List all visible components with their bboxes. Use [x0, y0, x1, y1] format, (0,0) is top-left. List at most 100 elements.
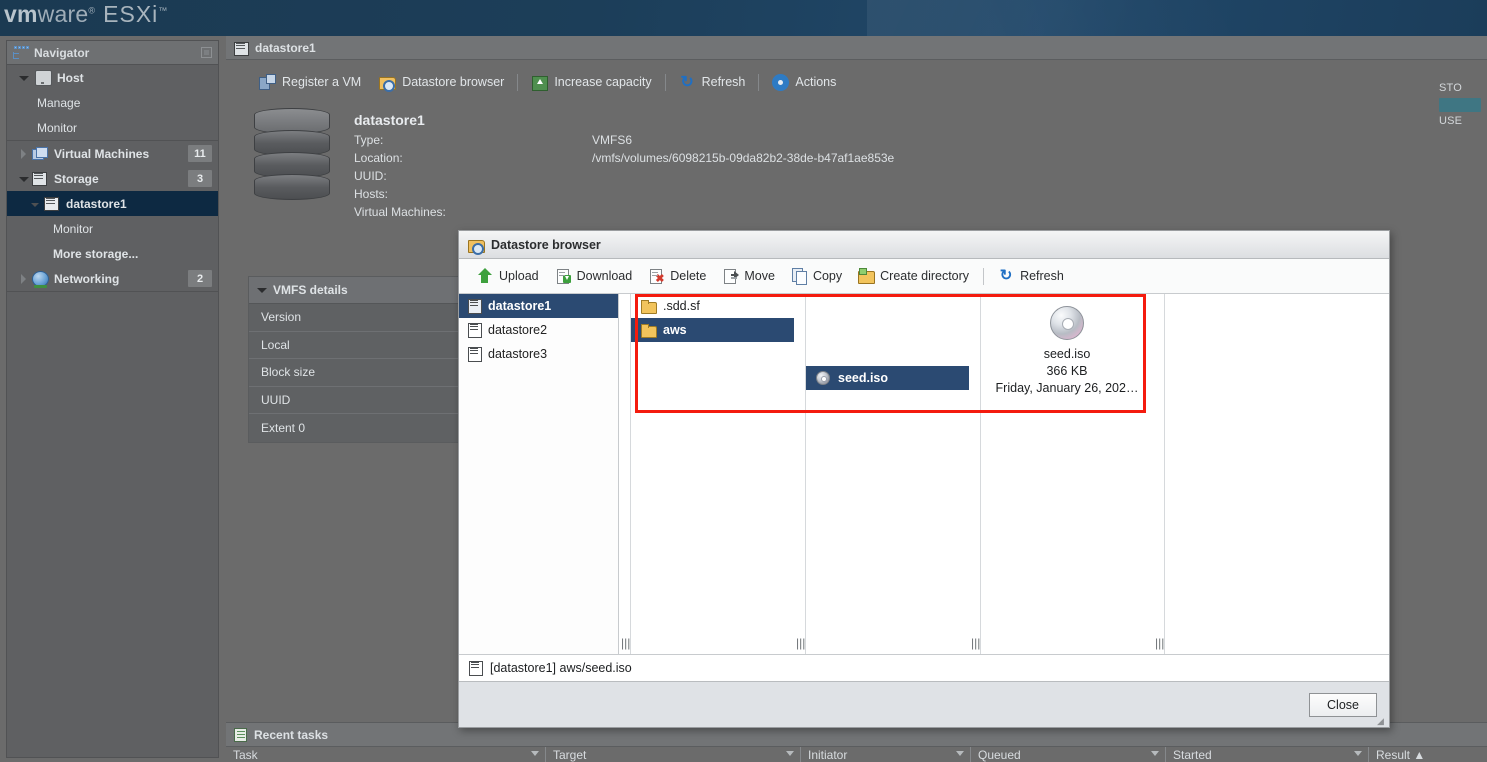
vm-count-badge: 11 — [188, 145, 212, 162]
splitter-grip-icon[interactable]: ||| — [796, 638, 805, 648]
sidebar-item-networking-label: Networking — [54, 272, 119, 286]
copy-label: Copy — [813, 269, 842, 283]
splitter-grip-icon[interactable]: ||| — [971, 638, 980, 648]
dialog-title-bar: Datastore browser — [459, 231, 1389, 259]
dialog-footer: Close ◢ — [459, 681, 1389, 727]
sidebar-item-monitor[interactable]: Monitor — [7, 115, 218, 140]
chevron-down-icon[interactable] — [1151, 751, 1159, 756]
app-stage: Navigator Host Manage Monitor — [0, 36, 1487, 762]
column-header-task[interactable]: Task — [226, 747, 546, 762]
datastore-browser-button[interactable]: Datastore browser — [370, 70, 513, 95]
sidebar-item-datastore-monitor-label: Monitor — [53, 222, 93, 236]
splitter-grip-icon[interactable]: ||| — [1155, 638, 1164, 648]
datastore-field-uuid: UUID: — [354, 169, 894, 187]
preview-file-name: seed.iso — [981, 346, 1153, 363]
chevron-down-icon[interactable] — [531, 751, 539, 756]
copy-button[interactable]: Copy — [783, 265, 850, 287]
navigator-tree-icon — [13, 45, 28, 60]
sidebar-item-datastore1[interactable]: datastore1 — [7, 191, 218, 216]
used-label: USE — [1439, 115, 1487, 127]
tree-item-datastore2[interactable]: datastore2 — [459, 318, 618, 342]
navigator-title: Navigator — [34, 46, 89, 60]
column-splitter[interactable]: ||| — [794, 294, 806, 654]
chevron-right-icon[interactable] — [17, 272, 30, 285]
dialog-body: datastore1 datastore2 datastore3 ||| — [459, 294, 1389, 654]
field-label: Virtual Machines: — [354, 205, 592, 223]
list-item-sdd-sf[interactable]: .sdd.sf — [631, 294, 794, 318]
datastore-tree-column: datastore1 datastore2 datastore3 — [459, 294, 619, 654]
increase-capacity-button[interactable]: Increase capacity — [522, 70, 660, 95]
page-title: datastore1 — [255, 41, 316, 55]
list-item-label: aws — [663, 323, 687, 337]
field-label: Location: — [354, 151, 592, 169]
column-header-target[interactable]: Target — [546, 747, 801, 762]
column-header-result[interactable]: Result ▲ — [1369, 747, 1487, 762]
vmfs-row-label: Local — [261, 338, 290, 352]
recent-tasks-panel: Recent tasks Task Target Initiator Queue… — [226, 722, 1487, 762]
sidebar-item-storage[interactable]: Storage 3 — [7, 166, 218, 191]
list-item-seed-iso[interactable]: seed.iso — [806, 366, 969, 390]
delete-label: Delete — [670, 269, 706, 283]
close-button[interactable]: Close — [1309, 693, 1377, 717]
download-button[interactable]: Download — [547, 265, 641, 287]
delete-button[interactable]: ✖ Delete — [640, 265, 714, 287]
sidebar-item-networking[interactable]: Networking 2 — [7, 266, 218, 291]
chevron-down-icon[interactable] — [17, 172, 30, 185]
register-vm-button[interactable]: Register a VM — [250, 70, 370, 95]
datastore-icon — [468, 347, 481, 361]
chevron-down-icon[interactable] — [1354, 751, 1362, 756]
column-header-queued[interactable]: Queued — [971, 747, 1166, 762]
datastore-icon — [44, 196, 61, 212]
datastore-icon — [468, 323, 481, 337]
toolbar-divider — [758, 74, 759, 91]
chevron-down-icon[interactable] — [17, 71, 30, 84]
chevron-down-icon[interactable] — [786, 751, 794, 756]
datastore-browser-dialog: Datastore browser Upload Download ✖ Dele… — [458, 230, 1390, 728]
action-toolbar: Register a VM Datastore browser Increase… — [226, 60, 1487, 104]
tasks-icon — [234, 728, 247, 742]
column-splitter[interactable]: ||| — [969, 294, 981, 654]
splitter-grip-icon[interactable]: ||| — [621, 638, 630, 648]
sidebar-item-host[interactable]: Host — [7, 65, 218, 90]
resize-grip-icon[interactable]: ◢ — [1377, 716, 1387, 726]
list-item-aws[interactable]: aws — [631, 318, 794, 342]
folder-list-column: .sdd.sf aws — [631, 294, 794, 654]
dialog-refresh-label: Refresh — [1020, 269, 1064, 283]
sidebar-item-virtual-machines[interactable]: Virtual Machines 11 — [7, 141, 218, 166]
actions-button[interactable]: Actions — [763, 70, 845, 95]
column-header-started[interactable]: Started — [1166, 747, 1369, 762]
upload-button[interactable]: Upload — [469, 265, 547, 287]
refresh-button[interactable]: ↻ Refresh — [670, 70, 755, 95]
actions-label: Actions — [795, 75, 836, 89]
column-label: Queued — [978, 748, 1021, 762]
dialog-refresh-button[interactable]: ↻ Refresh — [990, 265, 1072, 287]
sidebar-item-datastore-monitor[interactable]: Monitor — [7, 216, 218, 241]
preview-file-date: Friday, January 26, 202… — [981, 380, 1153, 397]
chevron-down-icon[interactable] — [29, 197, 42, 210]
tree-item-datastore1[interactable]: datastore1 — [459, 294, 618, 318]
toolbar-divider — [983, 268, 984, 285]
tree-item-datastore3[interactable]: datastore3 — [459, 342, 618, 366]
column-label: Result ▲ — [1376, 748, 1425, 762]
chevron-down-icon[interactable] — [956, 751, 964, 756]
sidebar-item-manage[interactable]: Manage — [7, 90, 218, 115]
move-button[interactable]: Move — [714, 265, 783, 287]
vm-icon — [32, 147, 49, 163]
datastore-field-type: Type: VMFS6 — [354, 133, 894, 151]
chevron-down-icon[interactable] — [257, 285, 267, 295]
toolbar-divider — [665, 74, 666, 91]
download-icon — [555, 268, 571, 284]
datastore-summary: datastore1 Type: VMFS6 Location: /vmfs/v… — [226, 104, 1487, 223]
column-splitter[interactable]: ||| — [619, 294, 631, 654]
column-splitter[interactable]: ||| — [1153, 294, 1165, 654]
create-directory-button[interactable]: Create directory — [850, 265, 977, 287]
chevron-right-icon[interactable] — [17, 147, 30, 160]
column-header-initiator[interactable]: Initiator — [801, 747, 971, 762]
increase-capacity-label: Increase capacity — [554, 75, 651, 89]
sidebar-item-more-storage[interactable]: More storage... — [7, 241, 218, 266]
collapse-navigator-icon[interactable] — [201, 47, 212, 58]
vmware-esxi-logo: vmware®ESXi™ — [4, 1, 168, 28]
folder-icon — [641, 300, 655, 312]
storage-usage-bar — [1439, 98, 1481, 112]
storage-label: STO — [1439, 82, 1487, 94]
